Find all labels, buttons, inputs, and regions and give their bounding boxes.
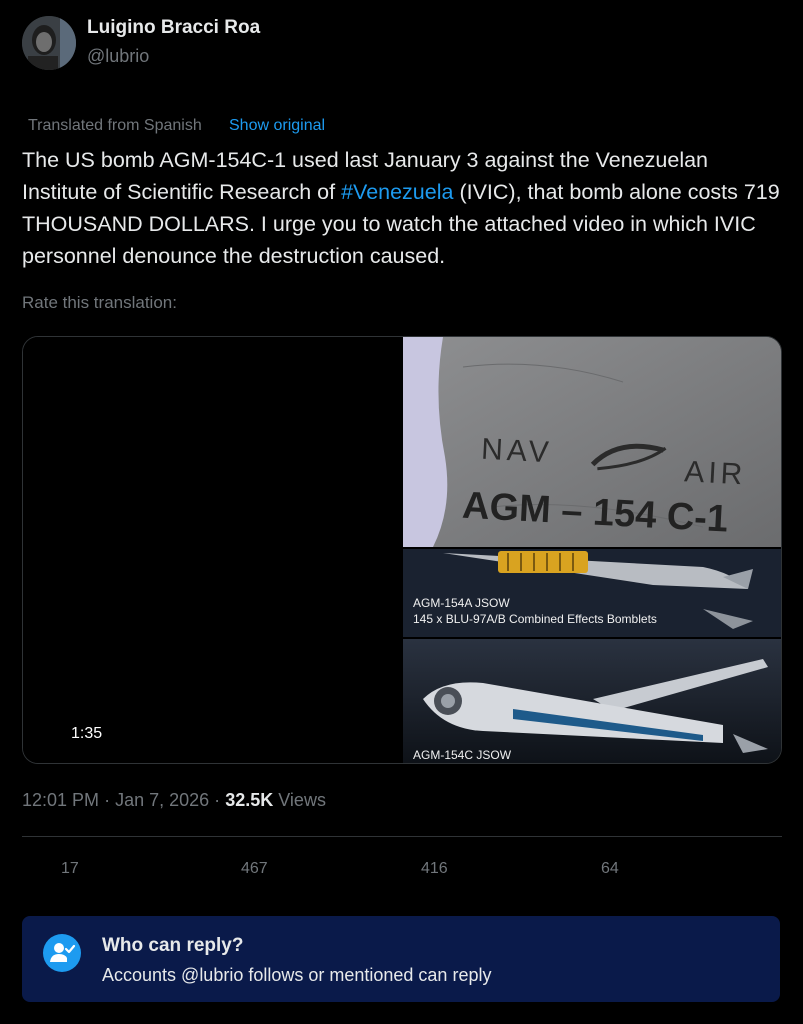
caption-a-line1: AGM-154A JSOW — [413, 596, 510, 610]
stencil-mark-left: NAV — [480, 433, 553, 470]
caption-a-line2: 145 x BLU-97A/B Combined Effects Bomblet… — [413, 612, 657, 626]
meta-separator: · — [214, 790, 221, 810]
caption-c-line1: AGM-154C JSOW — [413, 748, 512, 762]
media-container[interactable]: 1:35 NAV AIR AGM – 154 C-1 AGM-154A JSOW… — [22, 336, 782, 764]
video-duration: 1:35 — [63, 723, 111, 745]
who-can-reply-box: Who can reply? Accounts @lubrio follows … — [22, 916, 780, 1002]
media-image-jsow-c[interactable]: AGM-154C JSOW — [403, 639, 781, 763]
tweet-meta: 12:01 PM · Jan 7, 2026 · 32.5K Views — [22, 790, 326, 811]
show-original-link[interactable]: Show original — [229, 117, 325, 135]
divider — [22, 836, 782, 837]
who-can-reply-description: Accounts @lubrio follows or mentioned ca… — [102, 965, 492, 985]
repost-count[interactable]: 467 — [241, 860, 268, 878]
views-label: Views — [278, 790, 326, 810]
stencil-mark-right: AIR — [683, 455, 747, 491]
views-count: 32.5K — [225, 790, 274, 810]
tweet-time[interactable]: 12:01 PM — [22, 790, 99, 810]
translation-note: Translated from Spanish — [28, 117, 202, 134]
bookmark-count[interactable]: 64 — [601, 860, 619, 878]
avatar[interactable] — [22, 16, 76, 70]
tweet-text: The US bomb AGM-154C-1 used last January… — [22, 144, 782, 272]
jsow-a-illustration: AGM-154A JSOW 145 x BLU-97A/B Combined E… — [403, 549, 781, 637]
meta-separator: · — [104, 790, 111, 810]
author-name[interactable]: Luigino Bracci Roa — [87, 17, 260, 39]
media-image-jsow-a[interactable]: AGM-154A JSOW 145 x BLU-97A/B Combined E… — [403, 549, 781, 637]
stencil-photo: NAV AIR AGM – 154 C-1 — [403, 337, 781, 547]
video-player[interactable] — [23, 337, 403, 763]
like-count[interactable]: 416 — [421, 860, 448, 878]
hashtag-link[interactable]: #Venezuela — [341, 180, 453, 204]
avatar-image — [22, 16, 76, 70]
tweet-date[interactable]: Jan 7, 2026 — [115, 790, 209, 810]
author-handle[interactable]: @lubrio — [87, 46, 149, 67]
media-image-stencil[interactable]: NAV AIR AGM – 154 C-1 — [403, 337, 781, 547]
reply-count[interactable]: 17 — [61, 860, 79, 878]
person-check-icon — [43, 934, 81, 972]
who-can-reply-title: Who can reply? — [102, 935, 244, 956]
jsow-c-illustration: AGM-154C JSOW — [403, 639, 781, 763]
rate-translation-label: Rate this translation: — [22, 293, 177, 312]
